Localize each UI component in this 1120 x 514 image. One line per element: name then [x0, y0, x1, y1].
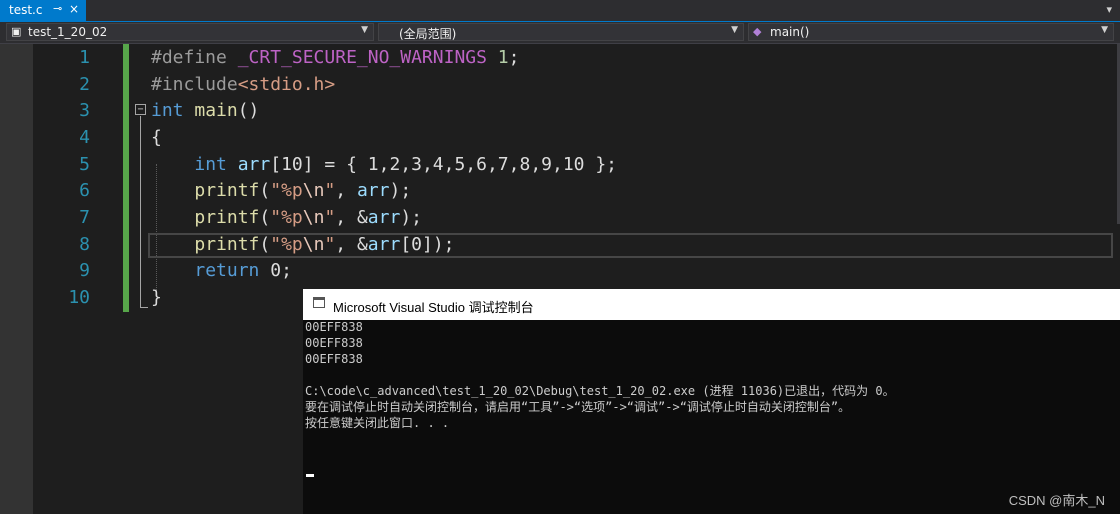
line-number: 6: [79, 180, 90, 201]
code-line-1[interactable]: #define _CRT_SECURE_NO_WARNINGS 1;: [151, 44, 519, 71]
pin-icon[interactable]: ⊸: [53, 2, 62, 15]
fold-line-end: [140, 307, 148, 308]
change-tracking-bar: [123, 44, 129, 312]
scope-dropdown[interactable]: (全局范围) ▼: [378, 23, 744, 41]
line-number: 9: [79, 260, 90, 281]
code-line-6[interactable]: printf("%p\n", arr);: [151, 177, 411, 204]
function-dropdown[interactable]: ◆ main() ▼: [748, 23, 1114, 41]
line-number: 3: [79, 100, 90, 121]
line-number: 8: [79, 234, 90, 255]
console-line: C:\code\c_advanced\test_1_20_02\Debug\te…: [305, 384, 895, 398]
code-line-7[interactable]: printf("%p\n", &arr);: [151, 204, 422, 231]
console-line: 按任意键关闭此窗口. . .: [305, 416, 450, 430]
chevron-down-icon[interactable]: ▾: [1106, 3, 1112, 16]
line-number: 4: [79, 127, 90, 148]
tab-test-c[interactable]: test.c ⊸ ×: [0, 0, 86, 21]
console-line: 00EFF838: [305, 352, 363, 366]
code-line-2[interactable]: #include<stdio.h>: [151, 71, 335, 98]
navigation-bar: ▣ test_1_20_02 ▼ (全局范围) ▼ ◆ main() ▼: [0, 22, 1120, 44]
line-number: 2: [79, 74, 90, 95]
console-output[interactable]: 00EFF838 00EFF838 00EFF838 C:\code\c_adv…: [303, 320, 1120, 514]
scope-name: (全局范围): [399, 27, 457, 41]
code-line-5[interactable]: int arr[10] = { 1,2,3,4,5,6,7,8,9,10 };: [151, 151, 617, 178]
close-icon[interactable]: ×: [69, 2, 79, 16]
code-line-9[interactable]: return 0;: [151, 257, 292, 284]
console-line: 要在调试停止时自动关闭控制台，请启用“工具”->“选项”->“调试”->“调试停…: [305, 400, 851, 414]
function-name: main(): [770, 25, 810, 39]
collapse-icon[interactable]: −: [135, 104, 146, 115]
debug-console-window[interactable]: Microsoft Visual Studio 调试控制台 00EFF838 0…: [303, 289, 1120, 514]
document-tab-bar: test.c ⊸ × ▾: [0, 0, 1120, 22]
tab-label: test.c: [9, 3, 43, 17]
console-line: 00EFF838: [305, 320, 363, 334]
chevron-down-icon: ▼: [731, 25, 738, 35]
console-window-icon: [313, 297, 325, 308]
console-cursor: [306, 474, 314, 477]
code-line-4[interactable]: {: [151, 124, 162, 151]
watermark: CSDN @南木_N: [1008, 493, 1105, 508]
chevron-down-icon: ▼: [361, 25, 368, 35]
project-dropdown[interactable]: ▣ test_1_20_02 ▼: [6, 23, 374, 41]
project-icon: ▣: [11, 25, 22, 38]
line-number: 1: [79, 47, 90, 68]
console-line: 00EFF838: [305, 336, 363, 350]
code-line-10[interactable]: }: [151, 284, 162, 311]
function-icon: ◆: [753, 25, 762, 38]
fold-line: [140, 116, 141, 308]
project-name: test_1_20_02: [28, 25, 108, 39]
line-number: 7: [79, 207, 90, 228]
editor-left-margin: [0, 44, 33, 514]
console-title: Microsoft Visual Studio 调试控制台: [333, 300, 534, 315]
line-number: 5: [79, 154, 90, 175]
console-title-bar[interactable]: Microsoft Visual Studio 调试控制台: [303, 289, 1120, 320]
code-line-3[interactable]: int main(): [151, 97, 259, 124]
chevron-down-icon: ▼: [1101, 25, 1108, 35]
line-number: 10: [68, 287, 90, 308]
code-line-8[interactable]: printf("%p\n", &arr[0]);: [151, 231, 454, 258]
